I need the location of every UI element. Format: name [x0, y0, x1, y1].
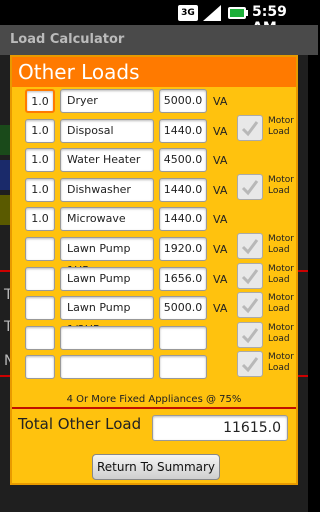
va-value-field[interactable]: 1440.0 [159, 178, 207, 202]
load-row: 1.0 Dryer 5000.0 VA [12, 89, 296, 117]
load-row: 1.0 Water Heater 4500.0 VA [12, 148, 296, 176]
va-value-field[interactable]: 5000.0 [159, 296, 207, 320]
quantity-field[interactable] [25, 355, 55, 379]
motor-load-checkbox[interactable] [237, 322, 263, 348]
motor-load-checkbox[interactable] [237, 115, 263, 141]
motor-load-checkbox[interactable] [237, 233, 263, 259]
appliance-name-field[interactable]: Water Heater [60, 148, 154, 172]
motor-load-label: Motor Load [268, 323, 295, 344]
motor-load-checkbox[interactable] [237, 263, 263, 289]
motor-load-label: Motor Load [268, 352, 295, 373]
unit-label: VA [213, 302, 228, 315]
load-row: Motor Load [12, 322, 296, 354]
quantity-field[interactable]: 1.0 [25, 148, 55, 172]
other-loads-dialog: Other Loads 1.0 Dryer 5000.0 VA 1.0 Disposal 1… [10, 55, 298, 485]
unit-label: VA [213, 125, 228, 138]
quantity-field[interactable] [25, 267, 55, 291]
va-value-field[interactable]: 1440.0 [159, 119, 207, 143]
divider [12, 407, 296, 409]
va-value-field[interactable] [159, 355, 207, 379]
motor-load-label: Motor Load [268, 293, 295, 314]
load-row: Motor Load [12, 351, 296, 383]
checkmark-icon [241, 328, 259, 344]
appliance-name-field[interactable]: Lawn Pump 1/2HP [60, 296, 154, 336]
checkmark-icon [241, 357, 259, 373]
appliance-name-field[interactable]: Dishwasher [60, 178, 154, 202]
fixed-appliances-note: 4 Or More Fixed Appliances @ 75% [66, 394, 242, 405]
quantity-field[interactable] [25, 296, 55, 320]
app-title: Load Calculator [0, 25, 318, 55]
load-row: Lawn Pump 1/2HP5000.0 VA MotorLoad [12, 292, 296, 336]
checkmark-icon [241, 298, 259, 314]
load-row: 1.0 Disposal 1440.0 VA Motor Load [12, 115, 296, 147]
motor-load-label: Motor Load [268, 234, 295, 255]
quantity-field[interactable]: 1.0 [25, 207, 55, 231]
motor-load-checkbox[interactable] [237, 174, 263, 200]
status-bar: 3G 5:59 AM [0, 0, 308, 36]
quantity-field[interactable]: 1.0 [25, 89, 55, 113]
appliance-name-field[interactable]: Microwave [60, 207, 154, 231]
total-value-field[interactable]: 11615.0 [152, 415, 288, 441]
appliance-name-field[interactable] [60, 326, 154, 350]
motor-load-label: Motor Load [268, 175, 295, 196]
quantity-field[interactable] [25, 237, 55, 261]
battery-icon [228, 7, 248, 19]
dialog-title: Other Loads [12, 57, 296, 87]
quantity-field[interactable]: 1.0 [25, 178, 55, 202]
checkmark-icon [241, 239, 259, 255]
appliance-name-field[interactable]: Disposal [60, 119, 154, 143]
appliance-name-field[interactable]: Dryer [60, 89, 154, 113]
appliance-name-field[interactable]: Lawn Pump 3/4HP [60, 267, 154, 307]
unit-label: VA [213, 273, 228, 286]
load-row: 1.0 Dishwasher 1440.0 VA Motor Load [12, 174, 296, 206]
checkmark-icon [241, 269, 259, 285]
va-value-field[interactable]: 1920.0 [159, 237, 207, 261]
motor-load-label: Motor Load [268, 116, 295, 137]
unit-label: VA [213, 184, 228, 197]
checkmark-icon [241, 121, 259, 137]
network-3g-icon: 3G [178, 5, 198, 21]
signal-icon [203, 5, 221, 21]
va-value-field[interactable]: 5000.0 [159, 89, 207, 113]
motor-load-label: Motor Load [268, 264, 295, 285]
unit-label: VA [213, 154, 228, 167]
total-label: Total Other Load [18, 415, 142, 433]
unit-label: VA [213, 213, 228, 226]
motor-load-checkbox[interactable] [237, 351, 263, 377]
unit-label: VA [213, 243, 228, 256]
load-row: 1.0 Microwave 1440.0 VA [12, 207, 296, 235]
quantity-field[interactable]: 1.0 [25, 119, 55, 143]
checkmark-icon [241, 180, 259, 196]
va-value-field[interactable]: 1656.0 [159, 267, 207, 291]
load-row: Lawn Pump 3/4HP1656.0 VA MotorLoad [12, 263, 296, 307]
va-value-field[interactable] [159, 326, 207, 350]
motor-load-checkbox[interactable] [237, 292, 263, 318]
load-row: Lawn Pump 1HP1920.0 VA MotorLoad [12, 233, 296, 277]
unit-label: VA [213, 95, 228, 108]
quantity-field[interactable] [25, 326, 55, 350]
va-value-field[interactable]: 1440.0 [159, 207, 207, 231]
va-value-field[interactable]: 4500.0 [159, 148, 207, 172]
appliance-name-field[interactable]: Lawn Pump 1HP [60, 237, 154, 277]
appliance-name-field[interactable] [60, 355, 154, 379]
return-to-summary-button[interactable]: Return To Summary [92, 454, 220, 480]
